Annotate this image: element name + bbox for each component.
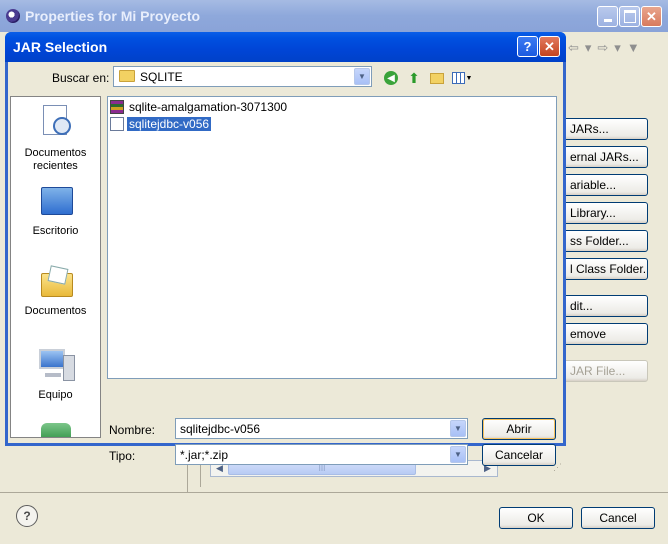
place-recent-documents-label: Documentos recientes (24, 147, 87, 172)
file-name: sqlite-amalgamation-3071300 (129, 100, 288, 114)
outer-close-button[interactable]: ✕ (641, 6, 662, 27)
minimize-icon (598, 7, 617, 26)
scroll-thumb-grip: III (318, 464, 326, 473)
place-desktop-label: Escritorio (32, 225, 79, 237)
eclipse-icon (6, 9, 20, 23)
help-glyph: ? (23, 509, 31, 523)
back-icon[interactable]: ◀ (382, 70, 400, 86)
desktop-icon (39, 185, 73, 219)
file-type-combo[interactable]: *.jar;*.zip ▼ (175, 444, 468, 465)
add-external-jars-button[interactable]: ernal JARs... (563, 146, 648, 168)
computer-icon (39, 347, 75, 381)
minimize-button[interactable] (597, 6, 618, 27)
folder-icon (119, 70, 135, 82)
add-library-button[interactable]: Library... (563, 202, 648, 224)
documents-folder-icon (39, 265, 73, 299)
add-jars-button[interactable]: JARs... (563, 118, 648, 140)
cancel-jar-button[interactable]: Cancelar (482, 444, 556, 466)
open-button[interactable]: Abrir (482, 418, 556, 440)
file-name-value: sqlitejdbc-v056 (180, 422, 261, 436)
list-item-selected[interactable]: sqlitejdbc-v056 (110, 116, 213, 132)
chevron-down-icon[interactable]: ▼ (354, 68, 370, 85)
network-places-icon[interactable] (41, 423, 71, 437)
history-navigation[interactable]: ⇦▾⇨▾▼ (568, 40, 646, 56)
add-class-folder-button[interactable]: ss Folder... (563, 230, 648, 252)
cancel-button[interactable]: Cancel (581, 507, 655, 529)
new-folder-icon[interactable] (428, 70, 446, 86)
chevron-down-icon[interactable]: ▼ (450, 446, 466, 463)
maximize-button[interactable] (619, 6, 640, 27)
file-name-combo[interactable]: sqlitejdbc-v056 ▼ (175, 418, 468, 439)
place-computer[interactable]: Equipo (11, 343, 100, 407)
question-icon: ? (523, 39, 532, 54)
look-in-label: Buscar en: (52, 71, 110, 85)
place-documents-label: Documentos (24, 305, 87, 317)
archive-icon (110, 100, 124, 114)
dialog-close-button[interactable]: ✕ (539, 36, 560, 57)
add-external-class-folder-button[interactable]: l Class Folder... (563, 258, 648, 280)
ok-button[interactable]: OK (499, 507, 573, 529)
file-type-value: *.jar;*.zip (180, 448, 229, 462)
chevron-down-icon[interactable]: ▼ (450, 420, 466, 437)
look-in-combo[interactable]: SQLITE ▼ (113, 66, 372, 87)
maximize-icon (620, 7, 639, 26)
resize-grip-icon[interactable]: ⋰ (553, 463, 563, 473)
file-name: sqlitejdbc-v056 (125, 116, 213, 132)
dialog-help-button[interactable]: ? (517, 36, 538, 57)
places-bar: Documentos recientes Escritorio Document… (10, 96, 101, 438)
close-icon: ✕ (544, 38, 555, 54)
jar-dialog-title: JAR Selection (13, 39, 108, 55)
jar-dialog-body: Buscar en: SQLITE ▼ ◀ ⬆ ▼ Documentos rec… (8, 62, 563, 472)
look-in-value: SQLITE (140, 70, 183, 84)
file-type-label: Tipo: (109, 449, 136, 463)
close-icon: ✕ (646, 8, 657, 24)
view-menu-icon[interactable]: ▼ (451, 70, 473, 86)
add-variable-button[interactable]: ariable... (563, 174, 648, 196)
help-icon[interactable]: ? (16, 505, 38, 527)
place-desktop[interactable]: Escritorio (11, 181, 100, 241)
outer-window-title: Properties for Mi Proyecto (25, 8, 201, 24)
up-folder-icon[interactable]: ⬆ (405, 70, 423, 86)
recent-documents-icon (39, 103, 73, 137)
place-recent-documents[interactable]: Documentos recientes (11, 101, 100, 172)
remove-button[interactable]: emove (563, 323, 648, 345)
outer-title-bar: Properties for Mi Proyecto ✕ (0, 0, 668, 32)
place-computer-label: Equipo (38, 389, 73, 401)
file-list[interactable]: sqlite-amalgamation-3071300 sqlitejdbc-v… (107, 96, 557, 379)
jar-title-bar: JAR Selection ? ✕ (5, 32, 566, 62)
edit-button[interactable]: dit... (563, 295, 648, 317)
place-documents[interactable]: Documentos (11, 259, 100, 323)
migrate-jar-file-button: JAR File... (563, 360, 648, 382)
file-name-label: Nombre: (109, 423, 156, 437)
list-item[interactable]: sqlite-amalgamation-3071300 (110, 99, 289, 115)
jar-file-icon (110, 117, 124, 131)
bottom-separator (0, 492, 668, 493)
jar-selection-dialog: JAR Selection ? ✕ Buscar en: SQLITE ▼ ◀ … (5, 32, 566, 472)
